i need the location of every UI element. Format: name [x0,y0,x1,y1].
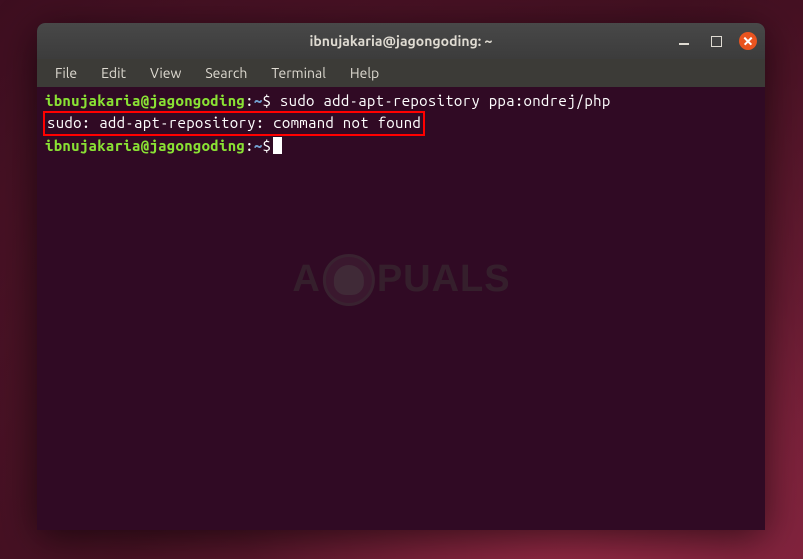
watermark-logo-icon [323,254,375,306]
menu-search[interactable]: Search [195,61,257,85]
prompt-dollar: $ [263,137,272,154]
terminal-line-2: sudo: add-apt-repository: command not fo… [45,111,757,135]
prompt-user: ibnujakaria@jagongoding [45,92,245,109]
error-highlight-box: sudo: add-apt-repository: command not fo… [43,111,425,135]
menu-terminal[interactable]: Terminal [261,61,336,85]
titlebar[interactable]: ibnujakaria@jagongoding: ~ [37,23,765,59]
prompt-path: ~ [254,92,263,109]
menu-file[interactable]: File [45,61,87,85]
prompt-colon: : [245,92,254,109]
watermark-text-before: A [292,258,320,301]
watermark-text-after: PUALS [377,258,511,301]
error-output: sudo: add-apt-repository: command not fo… [47,114,421,131]
terminal-line-3: ibnujakaria@jagongoding:~$ [45,136,757,156]
prompt-path: ~ [254,137,263,154]
watermark: A PUALS [292,254,510,306]
terminal-content[interactable]: ibnujakaria@jagongoding:~$ sudo add-apt-… [37,87,765,160]
command-text: sudo add-apt-repository ppa:ondrej/php [271,92,610,109]
menubar: File Edit View Search Terminal Help [37,59,765,87]
prompt-user: ibnujakaria@jagongoding [45,137,245,154]
prompt-dollar: $ [263,92,272,109]
cursor-icon [273,137,282,154]
minimize-button[interactable] [675,32,693,50]
menu-view[interactable]: View [140,61,191,85]
menu-help[interactable]: Help [340,61,389,85]
maximize-button[interactable] [707,32,725,50]
prompt-colon: : [245,137,254,154]
menu-edit[interactable]: Edit [91,61,136,85]
window-title: ibnujakaria@jagongoding: ~ [310,33,493,49]
close-button[interactable] [739,32,757,50]
terminal-line-1: ibnujakaria@jagongoding:~$ sudo add-apt-… [45,91,757,111]
window-controls [675,32,757,50]
